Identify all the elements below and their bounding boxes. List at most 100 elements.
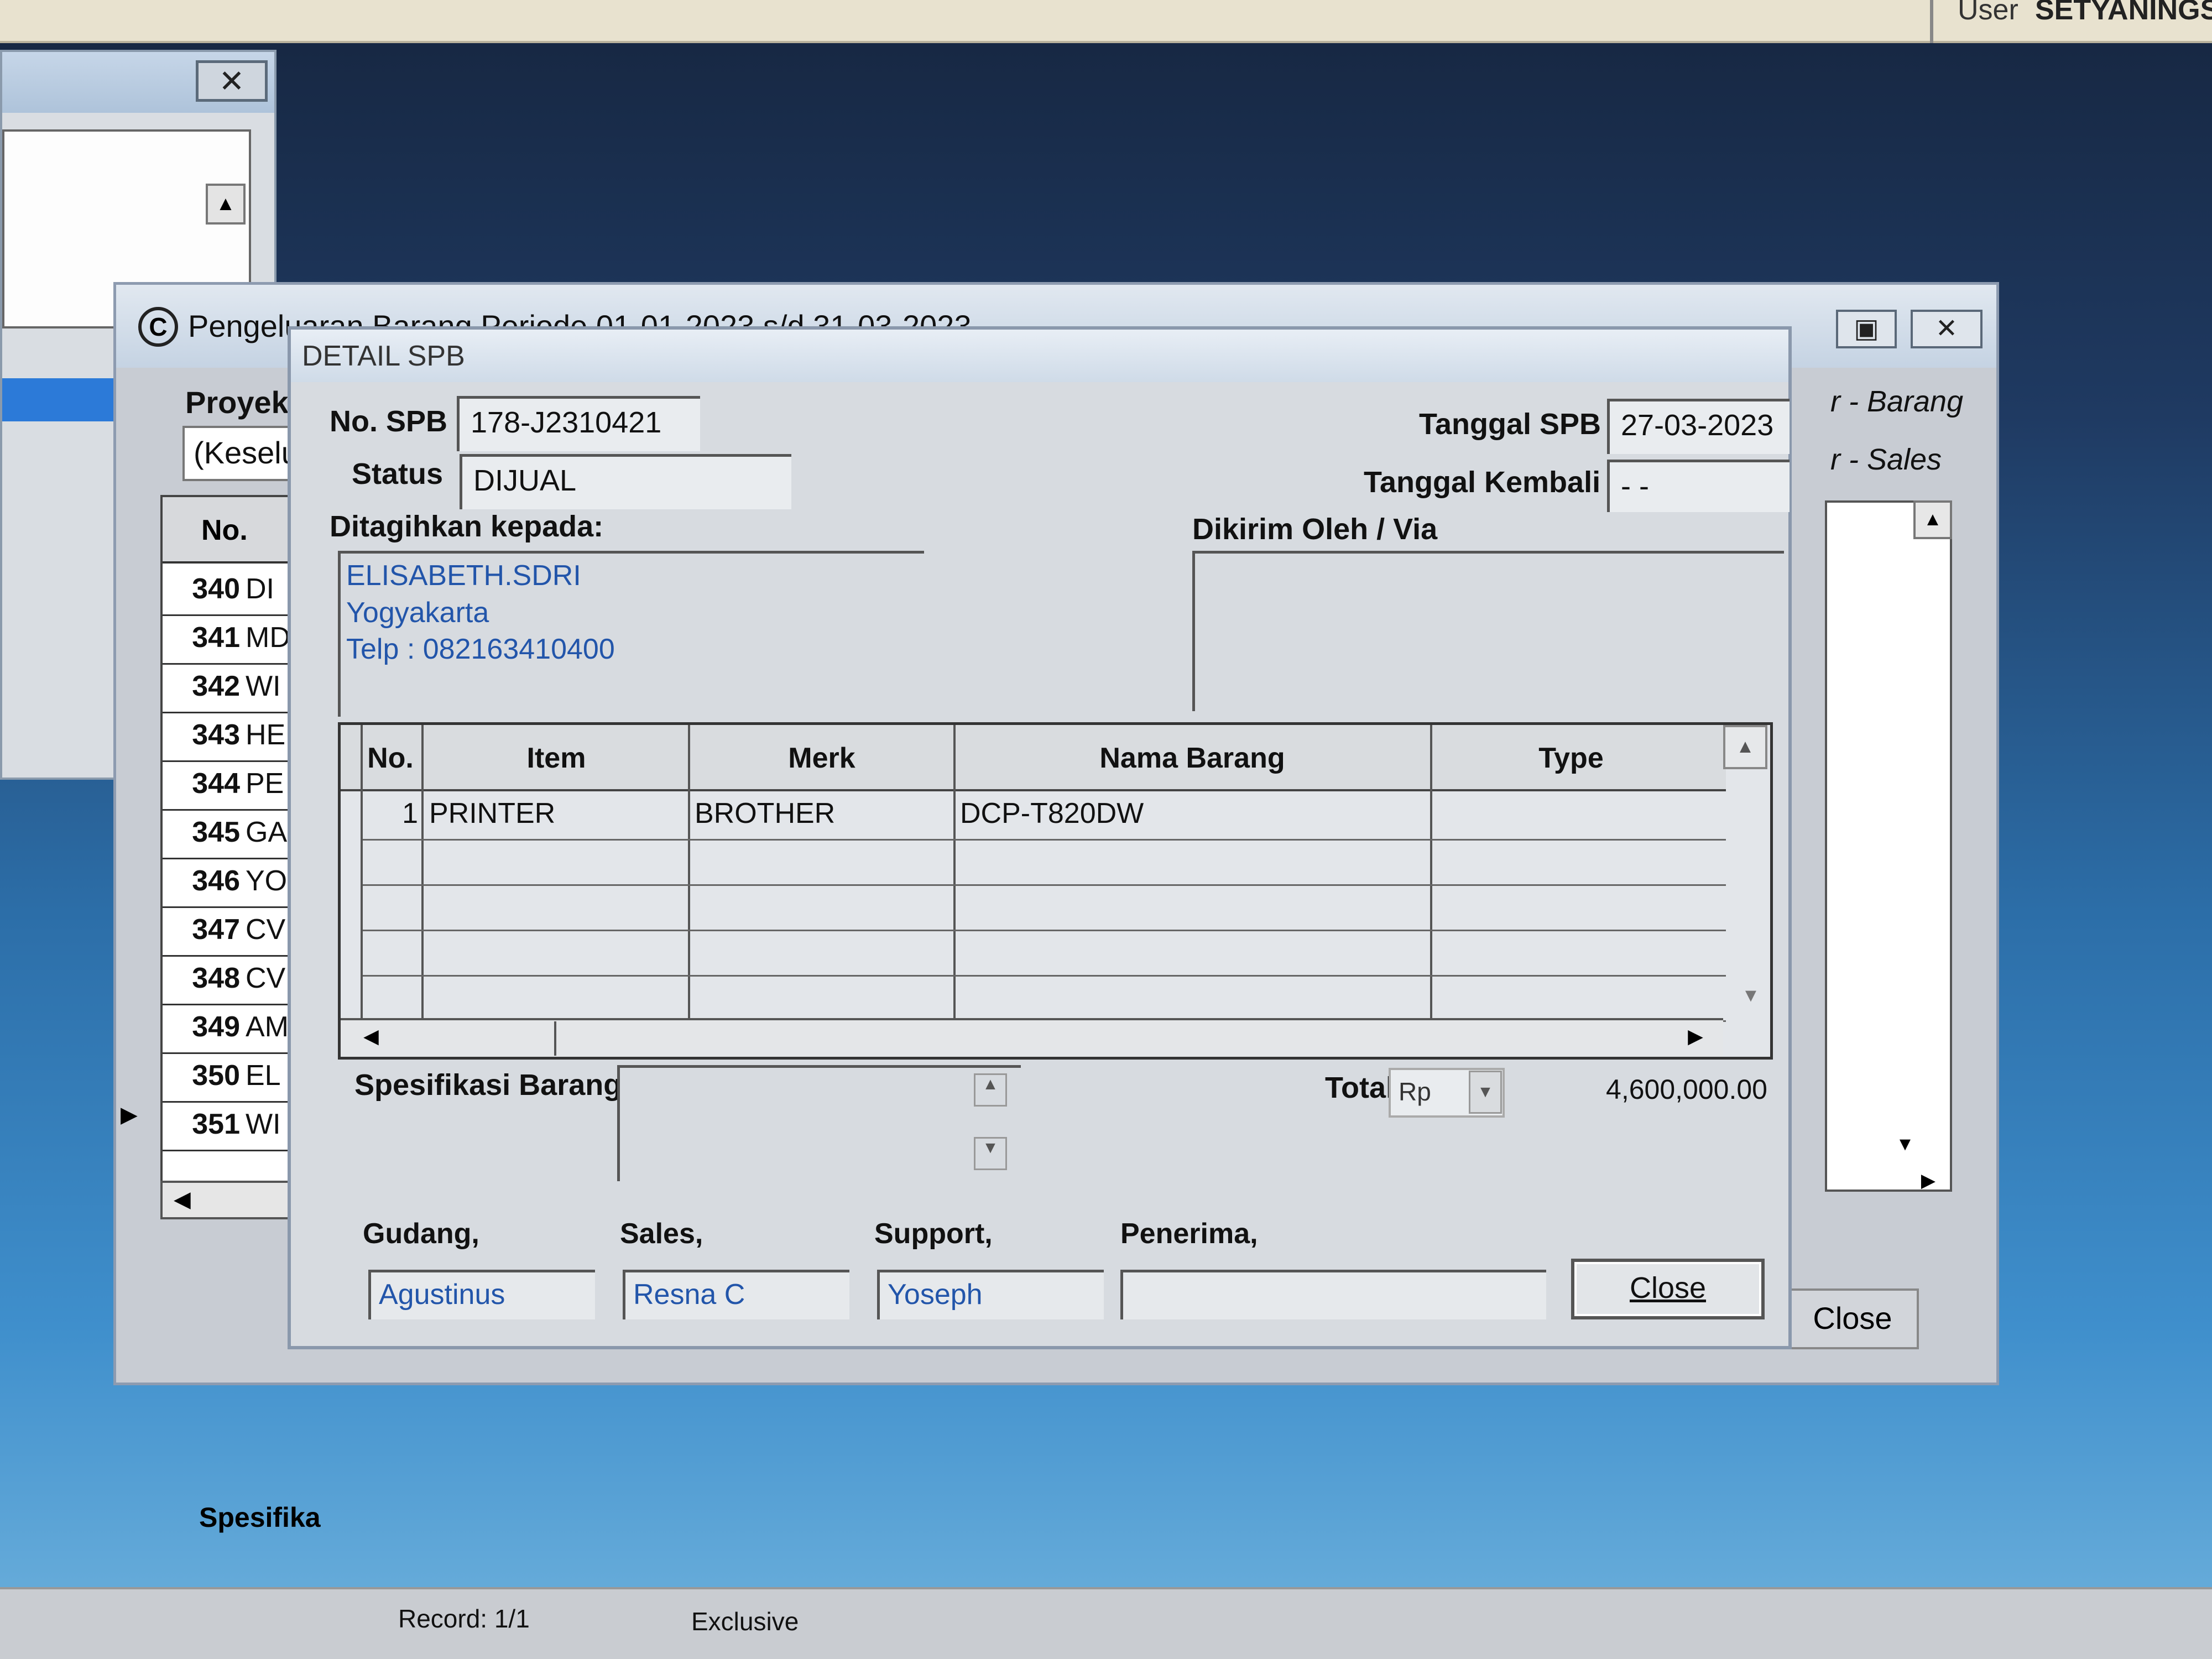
column-header-no: No.: [367, 742, 414, 774]
maximize-button[interactable]: ▣: [1836, 310, 1897, 348]
row-code: WI: [246, 1108, 281, 1140]
row-code: CV: [246, 962, 286, 994]
dialog-titlebar: DETAIL SPB: [291, 330, 1788, 382]
scroll-left-icon[interactable]: ◀: [354, 1025, 388, 1055]
scroll-down-icon[interactable]: ▼: [974, 1137, 1007, 1170]
row-number: 350: [192, 1060, 240, 1092]
left-window-close-button[interactable]: ✕: [196, 60, 268, 102]
scroll-up-icon[interactable]: ▲: [206, 184, 246, 225]
row-number: 348: [192, 962, 240, 994]
record-indicator: Record: 1/1: [398, 1604, 530, 1633]
row-number: 343: [192, 719, 240, 751]
row-number: 351: [192, 1108, 240, 1140]
scroll-down-icon[interactable]: ▼: [1886, 1134, 1924, 1167]
app-icon: C: [138, 307, 178, 347]
column-header-type: Type: [1538, 742, 1604, 774]
app-top-bar: [0, 0, 2212, 43]
item-row-no: 1: [402, 797, 418, 830]
tanggal-spb-label: Tanggal SPB: [1419, 408, 1601, 441]
row-code: YO: [246, 865, 288, 897]
row-number: 344: [192, 768, 240, 800]
scroll-right-icon[interactable]: ▶: [1825, 1170, 1952, 1203]
spesifikasi-label-background: Spesifika: [199, 1502, 321, 1533]
row-number: 342: [192, 670, 240, 702]
current-row-indicator-icon: ▶: [121, 1103, 138, 1127]
spesifikasi-barang-label: Spesifikasi Barang: [354, 1068, 622, 1102]
right-sales-label: r - Sales: [1830, 443, 1942, 476]
table-row[interactable]: [363, 930, 1726, 977]
chevron-down-icon[interactable]: ▼: [1469, 1071, 1502, 1114]
row-code: AM: [246, 1011, 289, 1043]
penerima-label: Penerima,: [1120, 1218, 1258, 1250]
row-code: HE: [246, 719, 286, 751]
tanggal-kembali-label: Tanggal Kembali: [1364, 466, 1601, 499]
table-row[interactable]: [363, 884, 1726, 931]
total-label: Total: [1325, 1071, 1394, 1104]
shipping-via-box[interactable]: [1192, 551, 1784, 711]
scroll-down-icon[interactable]: ▼: [1734, 985, 1767, 1018]
right-detail-grid: [1825, 500, 1952, 1192]
row-number: 340: [192, 573, 240, 605]
status-bar: [0, 1587, 2212, 1659]
billing-name: ELISABETH.SDRI: [346, 560, 581, 592]
spesifikasi-barang-textarea[interactable]: [617, 1065, 1021, 1181]
row-code: WI: [246, 670, 281, 702]
row-number: 347: [192, 914, 240, 946]
detail-spb-dialog: DETAIL SPB No. SPB 178-J2310421 Status D…: [288, 326, 1792, 1349]
row-number: 341: [192, 622, 240, 654]
proyek-label: Proyek: [185, 385, 289, 420]
no-spb-label: No. SPB: [330, 405, 448, 438]
row-number: 346: [192, 865, 240, 897]
item-row-item: PRINTER: [429, 797, 556, 830]
column-header-merk: Merk: [788, 742, 855, 774]
tanggal-kembali-field[interactable]: - -: [1607, 460, 1790, 512]
sales-label: Sales,: [620, 1218, 703, 1250]
row-code: EL: [246, 1060, 281, 1092]
status-label: Status: [352, 457, 444, 491]
table-row[interactable]: [363, 839, 1726, 886]
close-button[interactable]: Close: [1571, 1259, 1765, 1319]
billing-city: Yogyakarta: [346, 597, 489, 629]
row-code: PE: [246, 768, 284, 800]
row-code: CV: [246, 914, 286, 946]
penerima-field[interactable]: [1120, 1270, 1546, 1319]
dikirim-label: Dikirim Oleh / Via: [1192, 513, 1438, 546]
items-grid: No. Item Merk Nama Barang Type 1 PRINTER…: [338, 722, 1773, 1060]
main-window-close-text-button[interactable]: Close: [1786, 1288, 1919, 1349]
no-column-header: No.: [201, 514, 248, 546]
scroll-right-icon[interactable]: ▶: [1679, 1025, 1712, 1055]
right-barang-label: r - Barang: [1830, 385, 1964, 418]
ditagihkan-label: Ditagihkan kepada:: [330, 510, 604, 543]
support-label: Support,: [874, 1218, 993, 1250]
table-row[interactable]: [363, 975, 1726, 1022]
column-header-nama-barang: Nama Barang: [1099, 742, 1285, 774]
left-window-selection: [2, 378, 121, 421]
sales-field[interactable]: Resna C: [623, 1270, 849, 1319]
item-row-merk: BROTHER: [695, 797, 836, 830]
support-field[interactable]: Yoseph: [877, 1270, 1104, 1319]
main-window-close-button[interactable]: ✕: [1911, 310, 1983, 348]
row-number: 345: [192, 816, 240, 848]
billing-phone: Telp : 082163410400: [346, 633, 615, 665]
row-number: 349: [192, 1011, 240, 1043]
gudang-field[interactable]: Agustinus: [368, 1270, 595, 1319]
mode-indicator: Exclusive: [691, 1607, 799, 1636]
scrollbar-thumb[interactable]: [390, 1021, 556, 1056]
no-spb-field[interactable]: 178-J2310421: [457, 396, 700, 451]
top-bar-separator: [1930, 0, 1933, 43]
gudang-label: Gudang,: [363, 1218, 479, 1250]
item-row-nama-barang: DCP-T820DW: [960, 797, 1144, 830]
items-grid-horizontal-scrollbar[interactable]: ◀ ▶: [341, 1018, 1723, 1057]
scroll-up-icon[interactable]: ▲: [1913, 500, 1952, 539]
scroll-up-icon[interactable]: ▲: [1723, 725, 1767, 769]
scroll-up-icon[interactable]: ▲: [974, 1073, 1007, 1107]
row-code: MD: [246, 622, 290, 654]
row-code: GA: [246, 816, 288, 848]
tanggal-spb-field[interactable]: 27-03-2023: [1607, 399, 1790, 454]
row-code: DI: [246, 573, 274, 605]
dialog-title: DETAIL SPB: [302, 340, 465, 372]
user-label: User: [1958, 0, 2018, 26]
user-value: SETYANINGSI: [2035, 0, 2212, 26]
column-header-item: Item: [526, 742, 586, 774]
status-field[interactable]: DIJUAL: [460, 454, 791, 509]
